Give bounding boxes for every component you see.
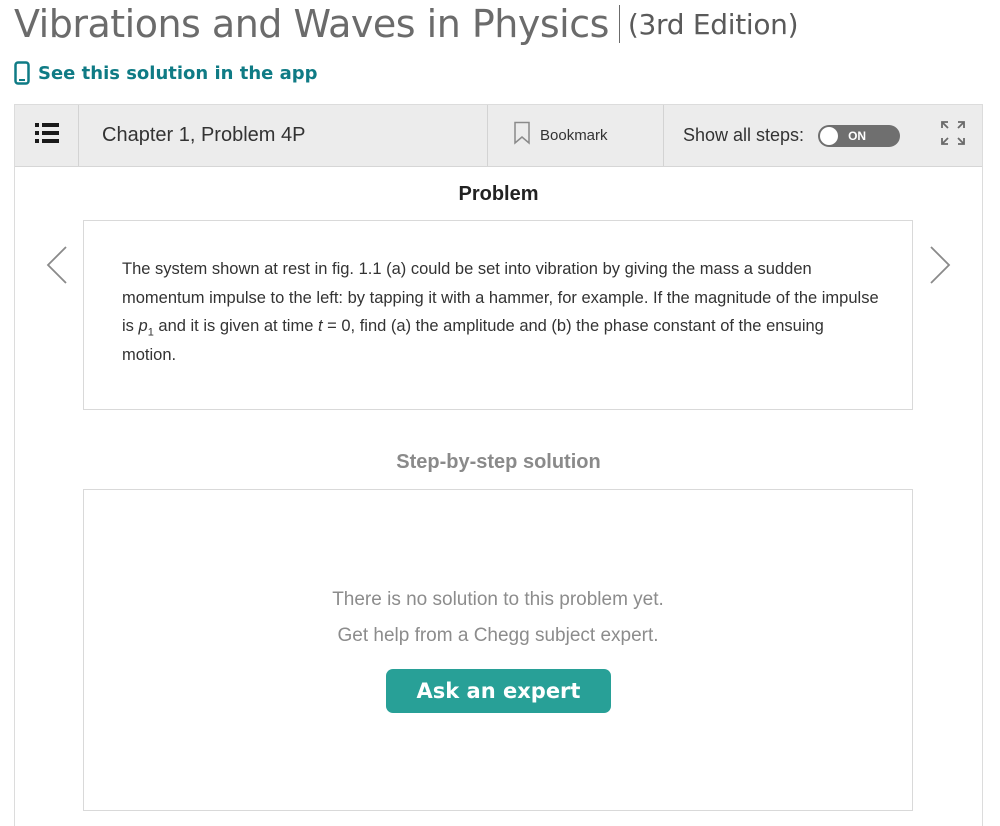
viewer-toolbar: Chapter 1, Problem 4P Bookmark Show all …	[15, 105, 982, 167]
bookmark-icon	[513, 121, 531, 150]
book-title: Vibrations and Waves in Physics (3rd Edi…	[14, 0, 799, 48]
show-all-steps-toggle[interactable]: ON	[818, 124, 901, 147]
book-title-text: Vibrations and Waves in Physics	[14, 2, 609, 46]
problem-text: The system shown at rest in fig. 1.1 (a)…	[122, 260, 879, 364]
show-all-steps: Show all steps: ON	[683, 105, 901, 166]
variable-p: p	[138, 317, 148, 335]
toolbar-divider	[663, 105, 664, 166]
chapter-problem-label: Chapter 1, Problem 4P	[102, 124, 306, 146]
title-divider	[618, 5, 620, 43]
toggle-knob	[820, 126, 839, 145]
expand-icon	[940, 120, 966, 151]
book-edition: (3rd Edition)	[627, 7, 799, 41]
toolbar-divider	[78, 105, 79, 166]
solution-heading: Step-by-step solution	[396, 451, 601, 473]
next-problem-arrow[interactable]	[928, 245, 952, 290]
phone-icon	[14, 61, 30, 85]
problem-box: The system shown at rest in fig. 1.1 (a)…	[83, 220, 913, 410]
solution-viewer: Chapter 1, Problem 4P Bookmark Show all …	[14, 104, 983, 826]
expert-help-message: Get help from a Chegg subject expert.	[337, 625, 659, 646]
expand-button[interactable]	[933, 105, 973, 166]
toolbar-divider	[487, 105, 488, 166]
show-all-steps-label: Show all steps:	[683, 125, 805, 145]
solution-box: There is no solution to this problem yet…	[83, 489, 913, 811]
app-link-label: See this solution in the app	[38, 62, 318, 84]
bookmark-button[interactable]: Bookmark	[513, 105, 608, 166]
bookmark-label: Bookmark	[540, 127, 608, 144]
see-solution-in-app-link[interactable]: See this solution in the app	[14, 61, 318, 85]
ask-an-expert-button[interactable]: Ask an expert	[386, 669, 611, 713]
no-solution-message: There is no solution to this problem yet…	[332, 589, 664, 610]
chapter-menu-button[interactable]	[15, 105, 78, 166]
problem-heading: Problem	[458, 183, 539, 205]
toggle-state-label: ON	[848, 128, 867, 143]
previous-problem-arrow[interactable]	[45, 245, 69, 290]
list-menu-icon	[34, 122, 59, 149]
